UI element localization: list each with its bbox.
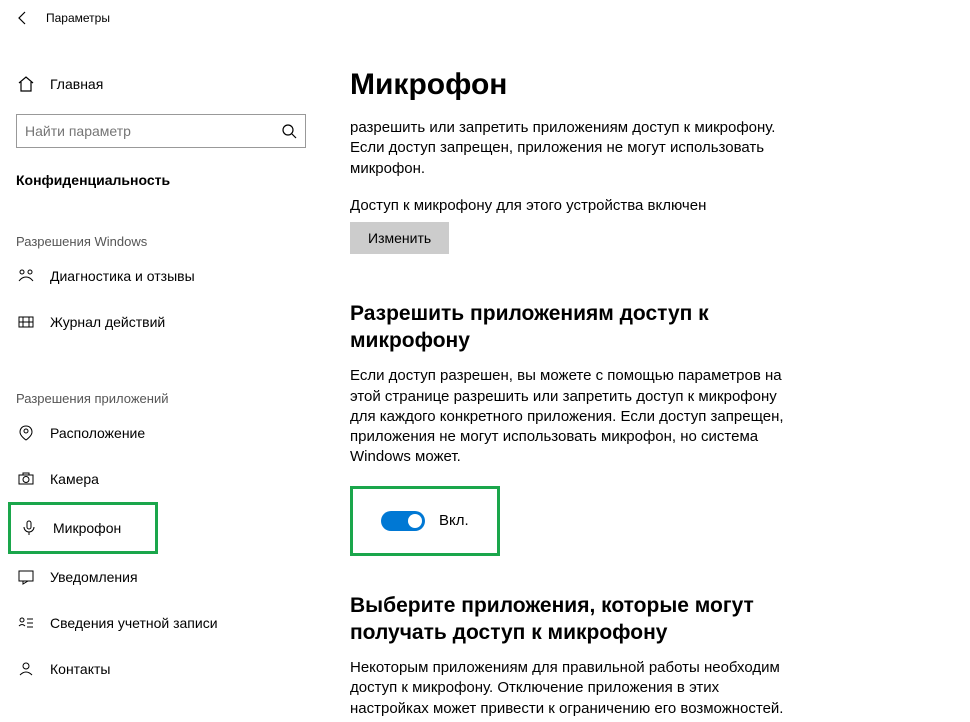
account-icon — [16, 614, 36, 632]
sidebar-item-contacts[interactable]: Контакты — [16, 646, 320, 692]
page-title: Микрофон — [350, 68, 934, 102]
sidebar-item-notifications[interactable]: Уведомления — [16, 554, 320, 600]
intro-text: разрешить или запретить приложениям дост… — [350, 118, 790, 179]
sidebar-item-label: Диагностика и отзывы — [50, 268, 195, 284]
sidebar-item-label: Камера — [50, 471, 99, 487]
sidebar: Главная Конфиденциальность Разрешения Wi… — [0, 36, 320, 722]
sidebar-item-label: Журнал действий — [50, 314, 165, 330]
main-content: Микрофон разрешить или запретить приложе… — [320, 36, 970, 722]
sidebar-item-location[interactable]: Расположение — [16, 410, 320, 456]
search-input[interactable] — [25, 123, 265, 139]
choose-apps-title: Выберите приложения, которые могут получ… — [350, 592, 810, 647]
highlight-allow-toggle: Вкл. — [350, 486, 500, 556]
search-icon — [281, 123, 297, 139]
toggle-state-label: Вкл. — [439, 512, 469, 529]
allow-apps-desc: Если доступ разрешен, вы можете с помощь… — [350, 366, 790, 467]
sidebar-item-label: Главная — [50, 76, 103, 92]
choose-apps-desc: Некоторым приложениям для правильной раб… — [350, 658, 790, 719]
section-label-apps: Разрешения приложений — [16, 391, 320, 406]
notifications-icon — [16, 568, 36, 586]
contacts-icon — [16, 660, 36, 678]
allow-apps-toggle[interactable] — [381, 511, 425, 531]
sidebar-item-label: Уведомления — [50, 569, 138, 585]
back-button[interactable] — [8, 3, 38, 33]
allow-apps-title: Разрешить приложениям доступ к микрофону — [350, 300, 810, 355]
sidebar-item-label: Контакты — [50, 661, 110, 677]
feedback-icon — [16, 267, 36, 285]
history-icon — [16, 313, 36, 331]
highlight-microphone: Микрофон — [8, 502, 158, 554]
microphone-icon — [19, 519, 39, 537]
device-access-status: Доступ к микрофону для этого устройства … — [350, 197, 934, 214]
window-title: Параметры — [46, 11, 110, 25]
category-title: Конфиденциальность — [16, 172, 320, 188]
sidebar-item-microphone[interactable]: Микрофон — [19, 505, 155, 551]
sidebar-item-label: Сведения учетной записи — [50, 615, 218, 631]
location-icon — [16, 424, 36, 442]
sidebar-item-label: Микрофон — [53, 520, 121, 536]
home-icon — [16, 75, 36, 93]
sidebar-item-diagnostics[interactable]: Диагностика и отзывы — [16, 253, 320, 299]
change-button[interactable]: Изменить — [350, 222, 449, 254]
section-label-windows: Разрешения Windows — [16, 234, 320, 249]
sidebar-item-activity-history[interactable]: Журнал действий — [16, 299, 320, 345]
camera-icon — [16, 470, 36, 488]
sidebar-item-home[interactable]: Главная — [16, 64, 320, 104]
sidebar-item-label: Расположение — [50, 425, 145, 441]
titlebar: Параметры — [0, 0, 970, 36]
search-input-container[interactable] — [16, 114, 306, 148]
sidebar-item-account-info[interactable]: Сведения учетной записи — [16, 600, 320, 646]
sidebar-item-camera[interactable]: Камера — [16, 456, 320, 502]
